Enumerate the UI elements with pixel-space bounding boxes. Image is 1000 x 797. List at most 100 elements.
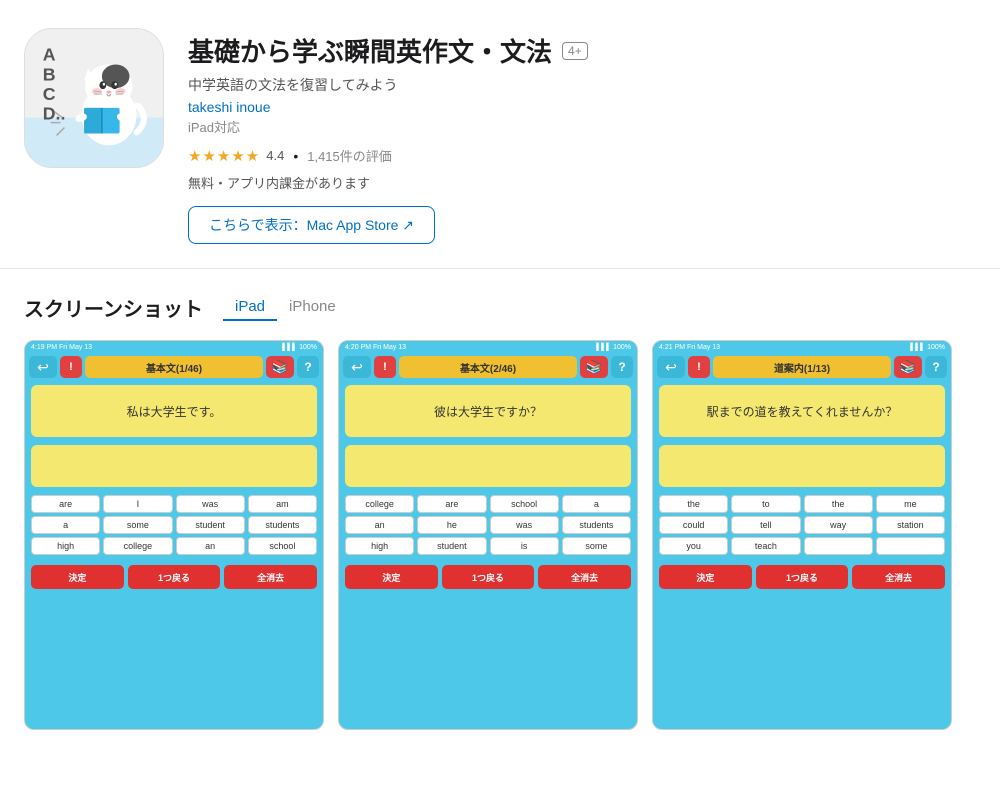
- status-bar-3: 4:21 PM Fri May 13 ▌▌▌ 100%: [653, 341, 951, 353]
- words-grid-3: the to the me could tell way station you…: [659, 495, 945, 555]
- word-btn[interactable]: some: [103, 516, 172, 534]
- rating-value: 4.4: [266, 148, 284, 163]
- decide-btn-1[interactable]: 決定: [31, 565, 124, 589]
- rating-row: ★★★★★ 4.4 1,415件の評価: [188, 146, 976, 165]
- question-area-3: 駅までの道を教えてくれませんか？: [659, 385, 945, 437]
- bottom-btns-3: 決定 1つ戻る 全消去: [659, 565, 945, 589]
- word-btn[interactable]: to: [731, 495, 800, 513]
- book-btn-1[interactable]: 📚: [266, 356, 294, 378]
- back-btn-2[interactable]: ↩: [343, 356, 371, 378]
- back-btn-1[interactable]: ↩: [29, 356, 57, 378]
- words-grid-2: college are school a an he was students …: [345, 495, 631, 555]
- svg-text:A: A: [43, 45, 56, 65]
- answer-area-2: [345, 445, 631, 487]
- word-btn[interactable]: a: [31, 516, 100, 534]
- question-area-1: 私は大学生です。: [31, 385, 317, 437]
- decide-btn-2[interactable]: 決定: [345, 565, 438, 589]
- answer-area-3: [659, 445, 945, 487]
- q-btn-3[interactable]: ?: [925, 356, 947, 378]
- status-bar-2: 4:20 PM Fri May 13 ▌▌▌ 100%: [339, 341, 637, 353]
- word-btn[interactable]: am: [248, 495, 317, 513]
- clear-btn-3[interactable]: 全消去: [852, 565, 945, 589]
- word-btn[interactable]: some: [562, 537, 631, 555]
- topbar-1: ↩ ! 基本文(1/46) 📚 ?: [25, 353, 323, 381]
- topbar-3: ↩ ! 道案内(1/13) 📚 ?: [653, 353, 951, 381]
- word-btn[interactable]: student: [176, 516, 245, 534]
- word-btn[interactable]: was: [176, 495, 245, 513]
- word-btn[interactable]: station: [876, 516, 945, 534]
- bottom-btns-2: 決定 1つ戻る 全消去: [345, 565, 631, 589]
- screenshots-header: スクリーンショット iPad iPhone: [24, 293, 976, 322]
- word-btn[interactable]: school: [490, 495, 559, 513]
- word-btn[interactable]: could: [659, 516, 728, 534]
- word-btn[interactable]: are: [417, 495, 486, 513]
- decide-btn-3[interactable]: 決定: [659, 565, 752, 589]
- alert-btn-2[interactable]: !: [374, 356, 396, 378]
- tab-ipad[interactable]: iPad: [223, 294, 277, 321]
- word-btn[interactable]: he: [417, 516, 486, 534]
- word-btn[interactable]: I: [103, 495, 172, 513]
- word-btn[interactable]: are: [31, 495, 100, 513]
- back1-btn-3[interactable]: 1つ戻る: [756, 565, 849, 589]
- app-header: A B C D..: [0, 0, 1000, 269]
- back-btn-3[interactable]: ↩: [657, 356, 685, 378]
- word-btn[interactable]: me: [876, 495, 945, 513]
- app-ipad-compat: iPad対応: [188, 117, 976, 136]
- word-btn[interactable]: high: [31, 537, 100, 555]
- alert-btn-1[interactable]: !: [60, 356, 82, 378]
- price-row: 無料・アプリ内課金があります: [188, 173, 976, 192]
- screenshot-1: 4:19 PM Fri May 13 ▌▌▌ 100% ↩ ! 基本文(1/46…: [24, 340, 324, 730]
- app-title: 基礎から学ぶ瞬間英作文・文法: [188, 32, 552, 69]
- q-btn-1[interactable]: ?: [297, 356, 319, 378]
- word-btn[interactable]: college: [103, 537, 172, 555]
- back1-btn-2[interactable]: 1つ戻る: [442, 565, 535, 589]
- clear-btn-1[interactable]: 全消去: [224, 565, 317, 589]
- app-icon: A B C D..: [24, 28, 164, 168]
- app-info: 基礎から学ぶ瞬間英作文・文法 4+ 中学英語の文法を復習してみよう takesh…: [188, 28, 976, 244]
- status-right-2: ▌▌▌ 100%: [596, 344, 631, 351]
- status-right-1: ▌▌▌ 100%: [282, 344, 317, 351]
- q-btn-2[interactable]: ?: [611, 356, 633, 378]
- tab-iphone[interactable]: iPhone: [277, 294, 348, 321]
- word-btn[interactable]: teach: [731, 537, 800, 555]
- screenshots-title: スクリーンショット: [24, 293, 203, 322]
- age-badge: 4+: [562, 42, 588, 60]
- svg-text:C: C: [43, 84, 56, 104]
- screenshot-3: 4:21 PM Fri May 13 ▌▌▌ 100% ↩ ! 道案内(1/13…: [652, 340, 952, 730]
- word-btn[interactable]: an: [176, 537, 245, 555]
- mac-store-button[interactable]: こちらで表示：Mac App Store ↗: [188, 206, 435, 244]
- word-btn[interactable]: you: [659, 537, 728, 555]
- book-btn-2[interactable]: 📚: [580, 356, 608, 378]
- book-btn-3[interactable]: 📚: [894, 356, 922, 378]
- status-right-3: ▌▌▌ 100%: [910, 344, 945, 351]
- clear-btn-2[interactable]: 全消去: [538, 565, 631, 589]
- word-btn[interactable]: high: [345, 537, 414, 555]
- screenshot-2: 4:20 PM Fri May 13 ▌▌▌ 100% ↩ ! 基本文(2/46…: [338, 340, 638, 730]
- word-btn: [876, 537, 945, 555]
- svg-text:B: B: [43, 64, 56, 84]
- alert-btn-3[interactable]: !: [688, 356, 710, 378]
- word-btn[interactable]: school: [248, 537, 317, 555]
- word-btn[interactable]: was: [490, 516, 559, 534]
- word-btn[interactable]: the: [659, 495, 728, 513]
- word-btn[interactable]: tell: [731, 516, 800, 534]
- status-left-2: 4:20 PM Fri May 13: [345, 344, 406, 351]
- tab-group: iPad iPhone: [223, 294, 348, 321]
- word-btn[interactable]: way: [804, 516, 873, 534]
- word-btn[interactable]: students: [248, 516, 317, 534]
- word-btn[interactable]: college: [345, 495, 414, 513]
- word-btn[interactable]: is: [490, 537, 559, 555]
- question-area-2: 彼は大学生ですか？: [345, 385, 631, 437]
- star-icons: ★★★★★: [188, 147, 260, 165]
- app-developer[interactable]: takeshi inoue: [188, 99, 976, 115]
- title-box-3: 道案内(1/13): [713, 356, 891, 378]
- word-btn[interactable]: an: [345, 516, 414, 534]
- word-btn[interactable]: the: [804, 495, 873, 513]
- svg-text:D..: D..: [43, 104, 66, 124]
- status-bar-1: 4:19 PM Fri May 13 ▌▌▌ 100%: [25, 341, 323, 353]
- back1-btn-1[interactable]: 1つ戻る: [128, 565, 221, 589]
- bottom-btns-1: 決定 1つ戻る 全消去: [31, 565, 317, 589]
- word-btn[interactable]: student: [417, 537, 486, 555]
- word-btn[interactable]: students: [562, 516, 631, 534]
- word-btn[interactable]: a: [562, 495, 631, 513]
